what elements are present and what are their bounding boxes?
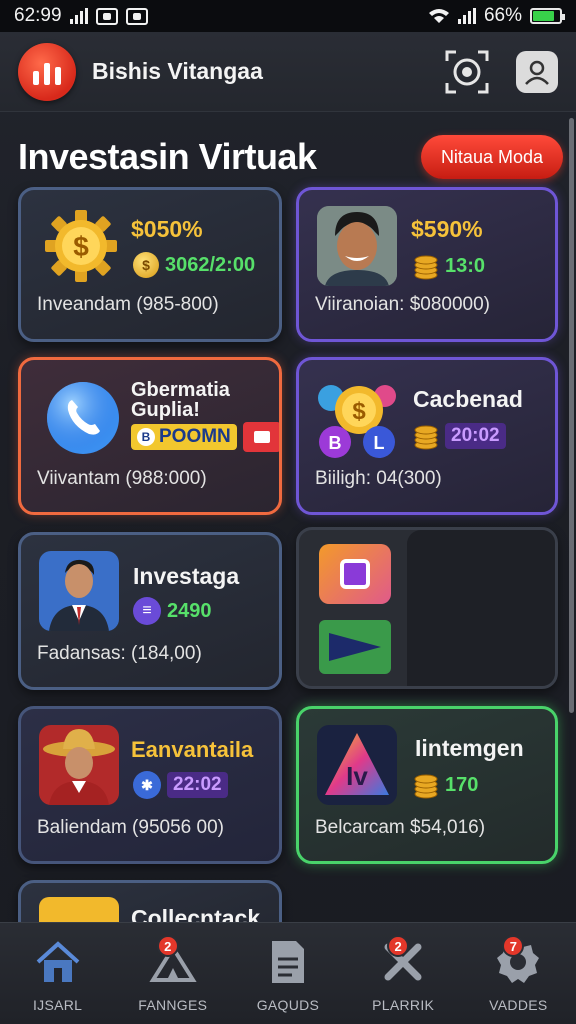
nav-item-gaquds[interactable]: GAQUDS	[233, 939, 343, 1013]
card-title: Eanvantaila	[131, 737, 254, 762]
coin-stack-icon	[414, 774, 438, 799]
coin-cluster-icon: $ B L	[315, 376, 403, 464]
coin-icon: $	[133, 252, 159, 278]
battery-percent: 66%	[483, 5, 522, 26]
scrollbar[interactable]	[569, 118, 574, 713]
shortcut-tile[interactable]	[296, 527, 558, 689]
svg-text:$: $	[352, 398, 366, 425]
home-icon	[34, 939, 82, 985]
document-icon	[264, 939, 312, 985]
nav-badge: 2	[387, 935, 410, 957]
camera-notification-icon	[125, 7, 148, 25]
user-icon	[525, 60, 549, 85]
card-footer: Inveandam (985-800)	[37, 294, 219, 315]
card-title: Gbermatia Guplia!	[131, 379, 230, 421]
new-mode-button[interactable]: Nitaua Moda	[420, 135, 563, 179]
bottom-navigation: IJSARL 2 FANNGES GAQUDS 2 PLARRIK 7 VADD…	[0, 922, 576, 1024]
card-title: Investaga	[133, 563, 240, 589]
card-sub: 22:02	[167, 772, 228, 798]
gold-gear-coin-icon: $	[41, 206, 121, 286]
card-footer: Baliendam (95056 00)	[37, 817, 224, 838]
nav-item-home[interactable]: IJSARL	[3, 939, 113, 1013]
status-bar: 62:99 66%	[0, 0, 576, 32]
battery-icon	[530, 8, 565, 24]
tools-icon: 2	[379, 935, 427, 985]
businessman-avatar-icon	[39, 551, 119, 631]
nav-item-plarrik[interactable]: 2 PLARRIK	[348, 935, 458, 1013]
card-footer: Fadansas: (184,00)	[37, 643, 202, 664]
card-footer: Viiranoian: $080000)	[315, 294, 491, 315]
cowboy-avatar-icon	[39, 725, 119, 805]
exchange-icon: ✱	[133, 771, 161, 799]
coin-stack-icon	[414, 255, 438, 280]
investment-card-1[interactable]: $ $050% $3062/2:00 Inveandam (985-800)	[18, 187, 282, 342]
image-notification-icon	[95, 7, 118, 25]
card-value: $050%	[131, 216, 203, 242]
card-sub: 13:0	[445, 254, 486, 277]
svg-text:$: $	[73, 231, 89, 262]
card-title: Iintemgen	[415, 735, 524, 761]
stop-icon	[242, 422, 279, 452]
nav-item-vaddes[interactable]: 7 VADDES	[463, 935, 573, 1013]
svg-text:Iv: Iv	[346, 761, 368, 791]
card-sub: 20:02	[445, 423, 506, 449]
wifi-icon	[428, 9, 449, 23]
page-title: Investasin Virtuak	[18, 136, 317, 177]
app-logo-icon[interactable]	[18, 42, 76, 101]
nav-badge: 2	[156, 935, 179, 957]
cell-signal-icon	[457, 8, 476, 24]
investment-card-4[interactable]: $ B L Cacbenad 20:02 Biiligh: 04(300)	[296, 357, 558, 515]
investment-card-7[interactable]: Iv Iintemgen 170 Belcarcam $54,016)	[296, 706, 558, 864]
app-name: Bishis Vitangaa	[92, 58, 263, 84]
card-value: $590%	[411, 216, 483, 242]
app-header: Bishis Vitangaa	[0, 32, 576, 112]
card-badge: B POOMN	[131, 424, 237, 450]
investment-card-5[interactable]: Investaga ≡ 2490 Fadansas: (184,00)	[18, 532, 282, 690]
swap-icon: ≡	[133, 597, 161, 625]
card-sub: 2490	[167, 599, 212, 622]
nav-item-fannges[interactable]: 2 FANNGES	[118, 935, 228, 1013]
signal-icon	[69, 8, 88, 24]
svg-text:B: B	[329, 433, 342, 453]
card-sub: 170	[445, 773, 479, 796]
camera-app-icon[interactable]	[319, 544, 391, 604]
phone-call-icon	[43, 378, 123, 458]
card-footer: Viivantam (988:000)	[37, 468, 207, 489]
investment-card-3[interactable]: Gbermatia Guplia! B POOMN Viivantam (988…	[18, 357, 282, 515]
status-time: 62:99	[14, 5, 62, 26]
profile-button[interactable]	[516, 50, 558, 93]
scan-icon[interactable]	[444, 49, 490, 95]
card-title: Cacbenad	[413, 386, 523, 412]
card-sub: 3062/2:00	[165, 253, 256, 276]
coin-stack-icon	[414, 425, 438, 450]
man-avatar-icon	[317, 206, 397, 286]
tent-icon: 2	[149, 935, 197, 985]
card-footer: Belcarcam $54,016)	[315, 817, 486, 838]
settings-icon: 7	[494, 935, 542, 985]
svg-text:L: L	[374, 433, 385, 453]
investment-card-6[interactable]: Eanvantaila ✱ 22:02 Baliendam (95056 00)	[18, 706, 282, 864]
badge-b-icon: B	[137, 428, 155, 446]
triangle-logo-icon: Iv	[317, 725, 397, 805]
card-footer: Biiligh: 04(300)	[315, 468, 442, 489]
investment-card-2[interactable]: $590% 13:0 Viiranoian: $080000)	[296, 187, 558, 342]
play-app-icon[interactable]	[319, 620, 391, 674]
